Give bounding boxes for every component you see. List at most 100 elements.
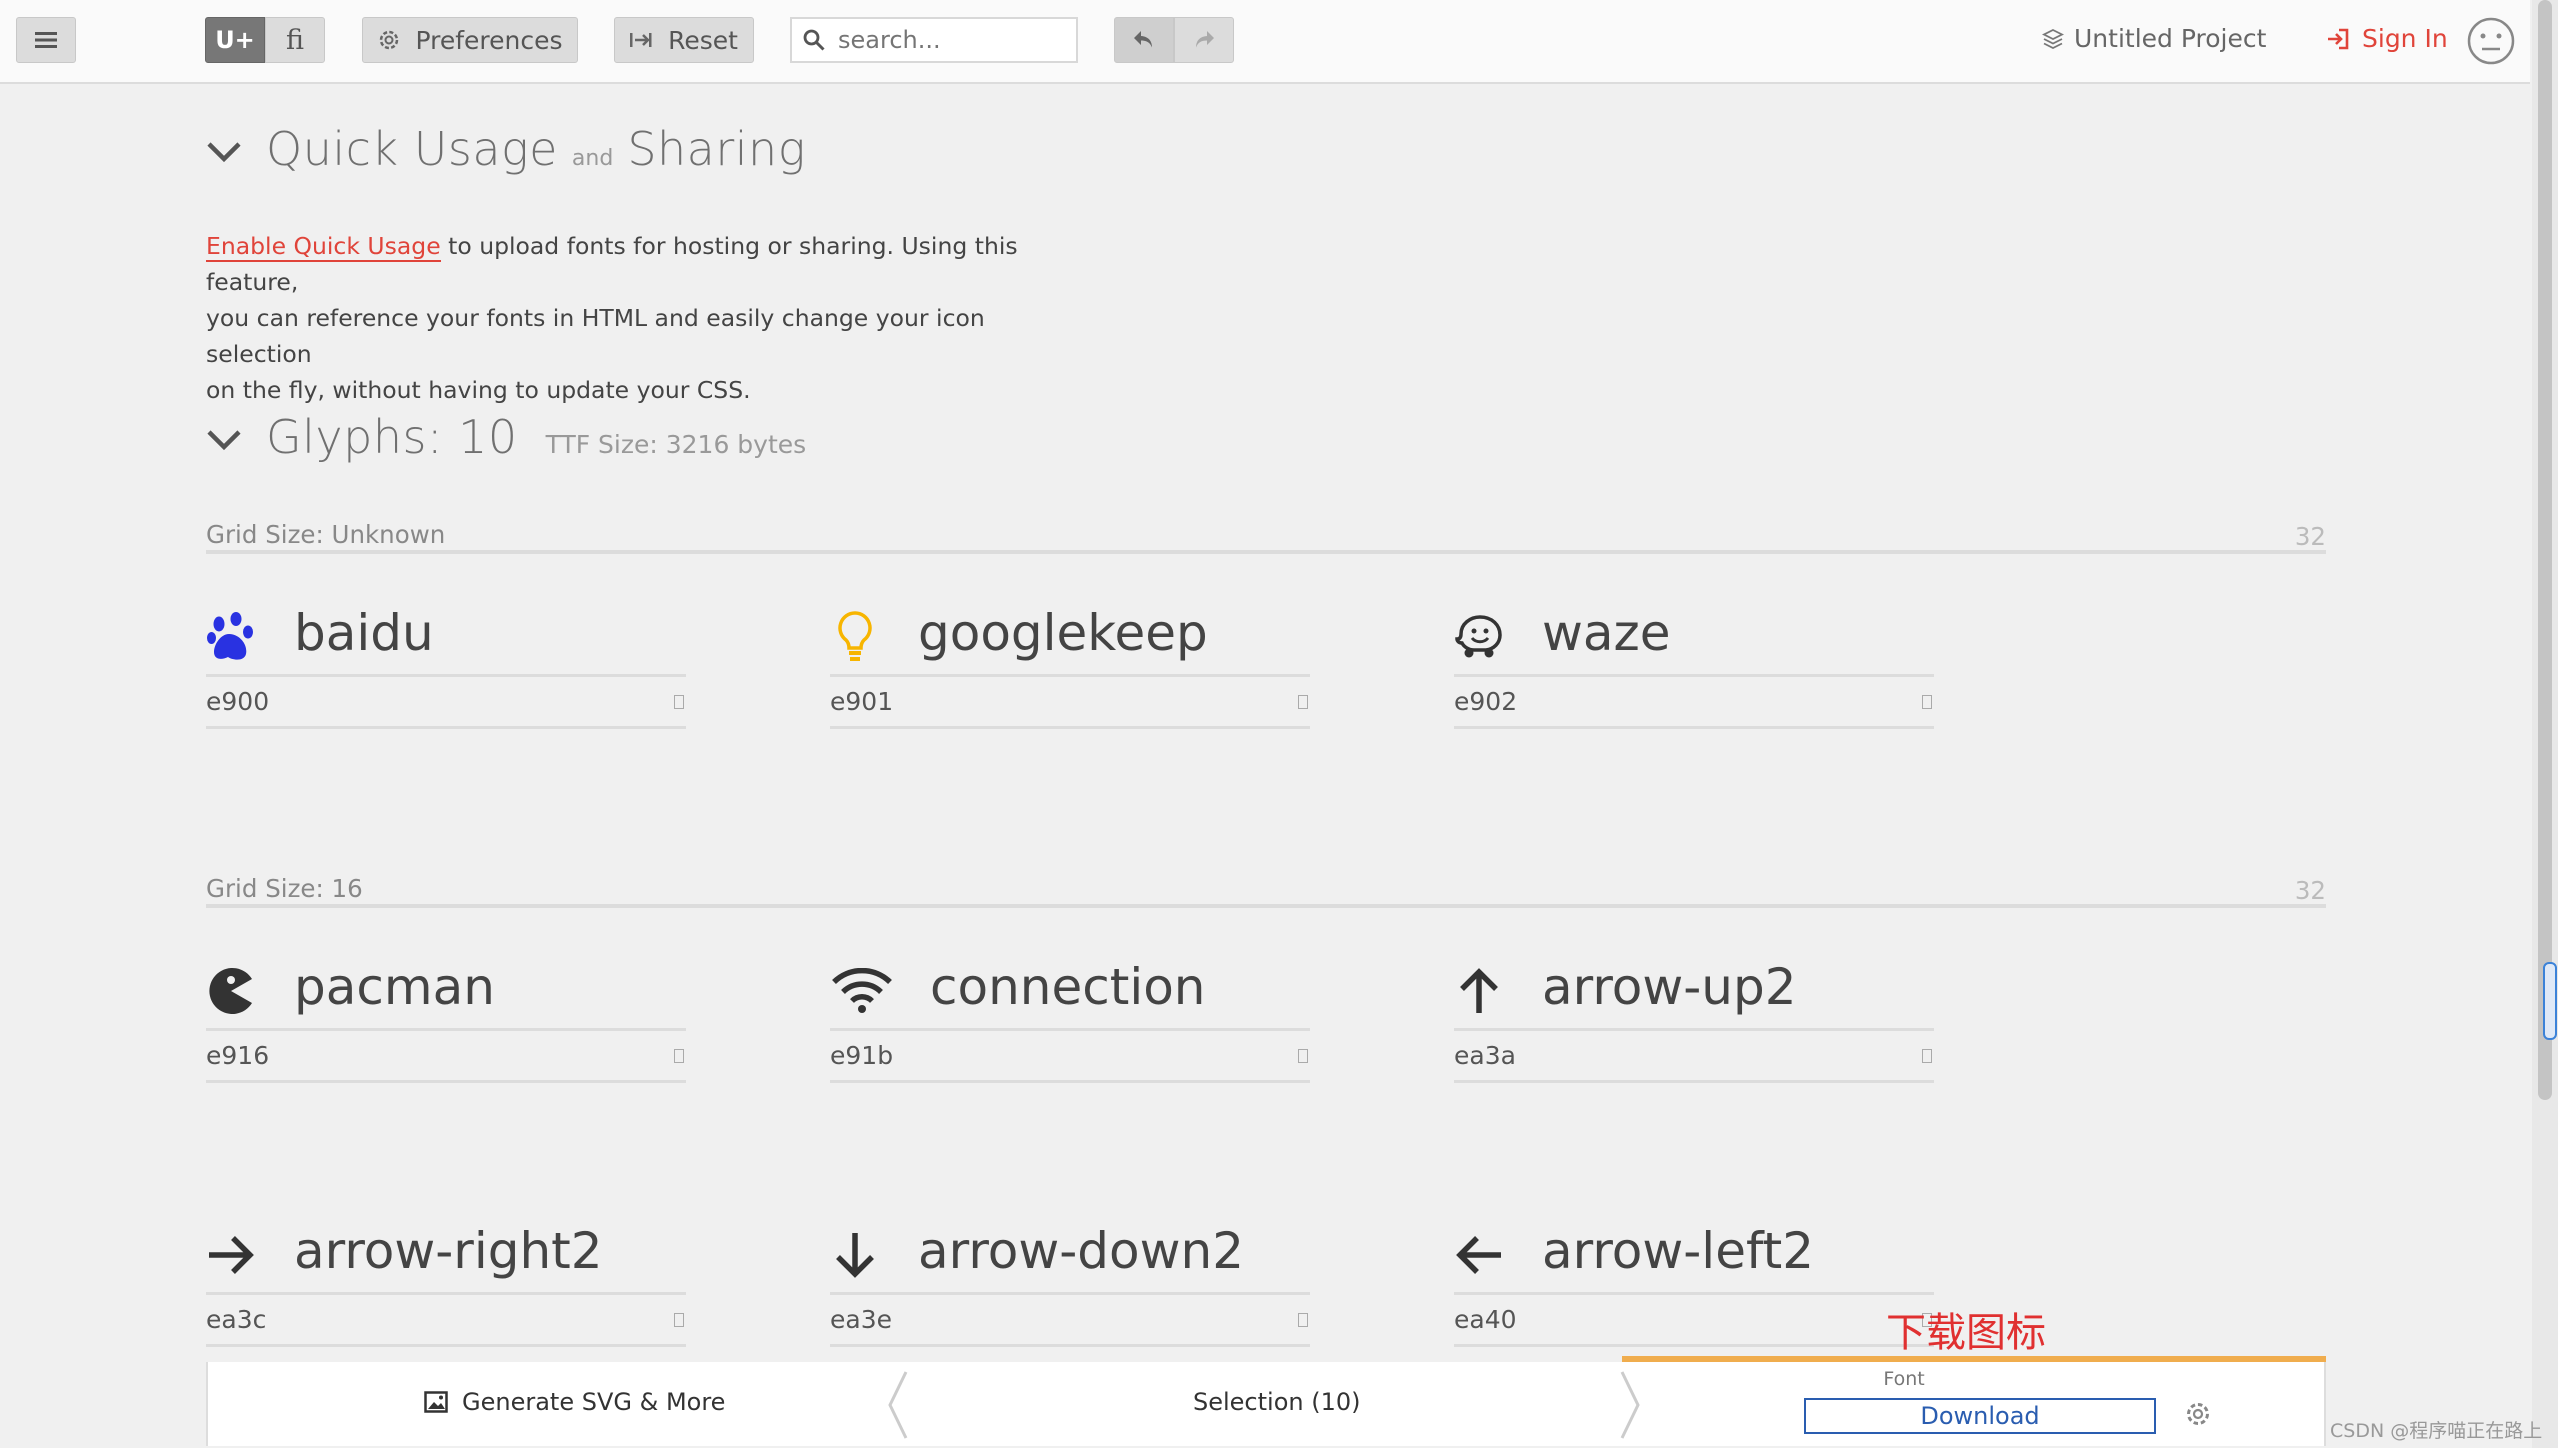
undo-button[interactable] <box>1114 17 1174 63</box>
glyph-item[interactable]: googlekeep e901 <box>830 602 1310 732</box>
undo-icon <box>1134 31 1152 48</box>
grid-size-label: Grid Size: 16 <box>206 874 363 903</box>
enable-quick-usage-link[interactable]: Enable Quick Usage <box>206 232 441 262</box>
glyph-preview-box <box>674 1049 684 1063</box>
glyph-name-row: waze <box>1454 602 1934 677</box>
wifi-icon <box>830 964 894 1018</box>
selection-tab[interactable]: Selection (10) <box>1193 1388 1361 1416</box>
redo-icon <box>1196 31 1214 48</box>
image-icon <box>424 1391 448 1413</box>
glyph-code: ea3c <box>206 1305 267 1334</box>
font-tab[interactable]: Font Download <box>1622 1356 2326 1446</box>
arrow-left-icon <box>1454 1228 1504 1282</box>
layers-icon <box>2042 28 2064 49</box>
glyph-code-field[interactable]: ea3a <box>1454 1032 1934 1083</box>
description-line-2: you can reference your fonts in HTML and… <box>206 304 985 368</box>
search-input[interactable] <box>836 25 1060 55</box>
glyph-item[interactable]: connection e91b <box>830 956 1310 1086</box>
arrow-right-icon <box>206 1228 256 1282</box>
pacman-icon <box>206 964 256 1018</box>
glyph-name-row: arrow-up2 <box>1454 956 1934 1031</box>
reset-label: Reset <box>668 25 738 55</box>
glyph-name: arrow-right2 <box>294 1222 603 1280</box>
glyph-preview-box <box>1298 695 1308 709</box>
main-menu-button[interactable] <box>16 17 76 63</box>
glyph-preview-box <box>674 695 684 709</box>
glyph-code-field[interactable]: ea3e <box>830 1296 1310 1347</box>
reset-icon <box>630 33 652 47</box>
glyph-code: e916 <box>206 1041 270 1070</box>
chevron-down-icon[interactable] <box>206 140 242 164</box>
description-line-3: on the fly, without having to update you… <box>206 376 751 404</box>
download-icon-annotation: 下载图标 <box>1886 1310 2046 1356</box>
glyph-code: e902 <box>1454 687 1518 716</box>
unicode-toggle-button[interactable]: U+ <box>205 17 265 63</box>
search-box <box>790 17 1078 63</box>
preferences-label: Preferences <box>415 25 563 55</box>
glyph-item[interactable]: arrow-right2 ea3c <box>206 1220 686 1350</box>
glyph-code: e900 <box>206 687 270 716</box>
glyph-preview-box <box>674 1313 684 1327</box>
scrollbar-thumb[interactable] <box>2538 0 2552 1100</box>
smiley-face-icon <box>2467 17 2515 65</box>
glyph-code: e901 <box>830 687 894 716</box>
glyph-name-row: arrow-right2 <box>206 1220 686 1295</box>
preferences-button[interactable]: Preferences <box>362 17 578 63</box>
grid-size-row: Grid Size: Unknown 32 <box>206 514 2326 554</box>
hamburger-icon <box>35 32 57 48</box>
glyph-item[interactable]: pacman e916 <box>206 956 686 1086</box>
ligature-toggle-button[interactable]: fi <box>265 17 325 63</box>
bottom-action-bar: Generate SVG & More Selection (10) Font … <box>206 1356 2326 1446</box>
glyph-item[interactable]: baidu e900 <box>206 602 686 732</box>
glyph-code: ea40 <box>1454 1305 1517 1334</box>
chevron-right-icon[interactable] <box>1618 1370 1642 1440</box>
glyph-item[interactable]: arrow-left2 ea40 <box>1454 1220 1934 1350</box>
reset-button[interactable]: Reset <box>614 17 754 63</box>
glyph-code: e91b <box>830 1041 894 1070</box>
lightbulb-icon <box>830 610 880 664</box>
glyph-code: ea3a <box>1454 1041 1516 1070</box>
quick-usage-title-and: and <box>571 146 614 171</box>
glyph-code-field[interactable]: e916 <box>206 1032 686 1083</box>
glyphs-count-title: Glyphs: 10 <box>266 410 518 464</box>
ttf-size-label: TTF Size: 3216 bytes <box>545 430 807 459</box>
glyph-preview-box <box>1298 1049 1308 1063</box>
glyph-preview-box <box>1922 695 1932 709</box>
glyph-code-field[interactable]: e900 <box>206 678 686 729</box>
glyph-name: connection <box>930 958 1206 1016</box>
sign-in-label: Sign In <box>2362 24 2448 53</box>
grid-size-label: Grid Size: Unknown <box>206 520 446 549</box>
gear-icon <box>380 30 399 50</box>
glyph-name: baidu <box>294 604 434 662</box>
project-name-link[interactable]: Untitled Project <box>2042 24 2266 53</box>
arrow-up-icon <box>1454 964 1504 1018</box>
generate-svg-button[interactable]: Generate SVG & More <box>424 1388 725 1416</box>
redo-button[interactable] <box>1174 17 1234 63</box>
paw-icon <box>206 610 256 664</box>
glyph-item[interactable]: arrow-up2 ea3a <box>1454 956 1934 1086</box>
glyph-code-field[interactable]: e902 <box>1454 678 1934 729</box>
glyph-name: pacman <box>294 958 495 1016</box>
download-button[interactable]: Download <box>1804 1398 2156 1434</box>
avatar[interactable] <box>2466 16 2516 70</box>
glyph-name-row: arrow-down2 <box>830 1220 1310 1295</box>
glyph-item[interactable]: waze e902 <box>1454 602 1934 732</box>
sign-in-button[interactable]: Sign In <box>2326 24 2448 53</box>
glyph-name: arrow-left2 <box>1542 1222 1815 1280</box>
arrow-down-icon <box>830 1228 880 1282</box>
watermark: CSDN @程序喵正在路上 <box>2330 1420 2543 1442</box>
glyph-item[interactable]: arrow-down2 ea3e <box>830 1220 1310 1350</box>
chevron-left-icon[interactable] <box>886 1370 910 1440</box>
quick-usage-description: Enable Quick Usage to upload fonts for h… <box>206 228 1066 408</box>
glyph-code-field[interactable]: ea40 <box>1454 1296 1934 1347</box>
chevron-down-icon[interactable] <box>206 428 242 452</box>
scroll-position-indicator <box>2543 962 2557 1040</box>
glyph-code-field[interactable]: ea3c <box>206 1296 686 1347</box>
glyph-code-field[interactable]: e91b <box>830 1032 1310 1083</box>
gear-icon[interactable] <box>2184 1400 2212 1428</box>
glyph-name: arrow-up2 <box>1542 958 1797 1016</box>
quick-usage-title-sharing: Sharing <box>627 122 806 176</box>
font-tab-label: Font <box>1883 1368 1925 1390</box>
generate-svg-label: Generate SVG & More <box>462 1388 726 1416</box>
glyph-code-field[interactable]: e901 <box>830 678 1310 729</box>
